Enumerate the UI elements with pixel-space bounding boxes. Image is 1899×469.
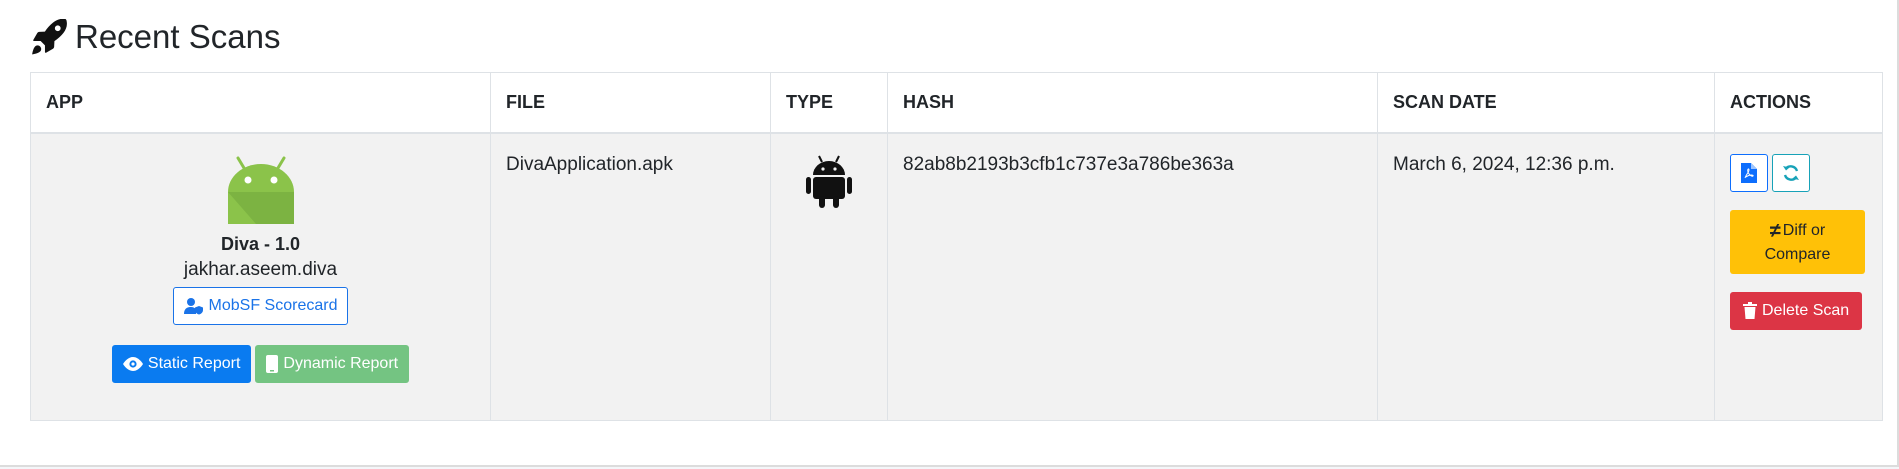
static-report-button[interactable]: Static Report [111,344,252,383]
column-header-app: APP [30,72,491,134]
trash-icon [1743,302,1757,319]
compare-label: Compare [1764,245,1831,263]
android-icon [806,155,852,208]
scans-table: APP FILE TYPE HASH SCAN DATE ACTIONS Div… [30,72,1883,421]
actions-cell: ≠ Diff or Compare Delete Scan [1714,132,1883,421]
refresh-icon [1783,164,1799,181]
type-cell [770,132,888,421]
rescan-button[interactable] [1772,153,1810,192]
table-row: Diva - 1.0 jakhar.aseem.diva MobSF Score… [30,132,1883,421]
diff-label: Diff or [1782,222,1826,240]
not-equal-icon: ≠ [1769,219,1781,242]
hash-cell: 82ab8b2193b3cfb1c737e3a786be363a [887,132,1378,421]
static-report-label: Static Report [147,354,241,372]
rocket-icon [32,18,67,54]
column-header-file: FILE [490,72,771,134]
column-header-hash: HASH [887,72,1378,134]
delete-label: Delete Scan [1762,301,1850,319]
scan-date-cell: March 6, 2024, 12:36 p.m. [1377,132,1715,421]
recent-scans-card: Recent Scans APP FILE TYPE HASH SCAN DAT… [0,0,1899,467]
page-title: Recent Scans [30,18,280,56]
column-header-scan-date: SCAN DATE [1377,72,1715,134]
eye-icon [122,356,143,371]
column-header-actions: ACTIONS [1714,72,1883,134]
pdf-report-button[interactable] [1730,153,1768,192]
scorecard-label: MobSF Scorecard [208,296,338,314]
title-text: Recent Scans [75,18,281,55]
dynamic-report-button[interactable]: Dynamic Report [255,344,410,383]
mobile-icon [266,354,279,373]
diff-compare-button[interactable]: ≠ Diff or Compare [1730,209,1865,274]
app-cell: Diva - 1.0 jakhar.aseem.diva MobSF Score… [30,132,491,421]
dynamic-report-label: Dynamic Report [283,354,399,372]
table-header-row: APP FILE TYPE HASH SCAN DATE ACTIONS [30,72,1883,134]
mobsf-scorecard-button[interactable]: MobSF Scorecard [172,286,349,325]
app-name: Diva - 1.0 [220,233,301,254]
delete-scan-button[interactable]: Delete Scan [1730,291,1863,330]
package-name: jakhar.aseem.diva [183,258,338,280]
user-shield-icon [183,297,203,314]
app-icon [227,156,294,224]
file-pdf-icon [1741,162,1757,183]
file-cell: DivaApplication.apk [490,132,771,421]
column-header-type: TYPE [770,72,888,134]
